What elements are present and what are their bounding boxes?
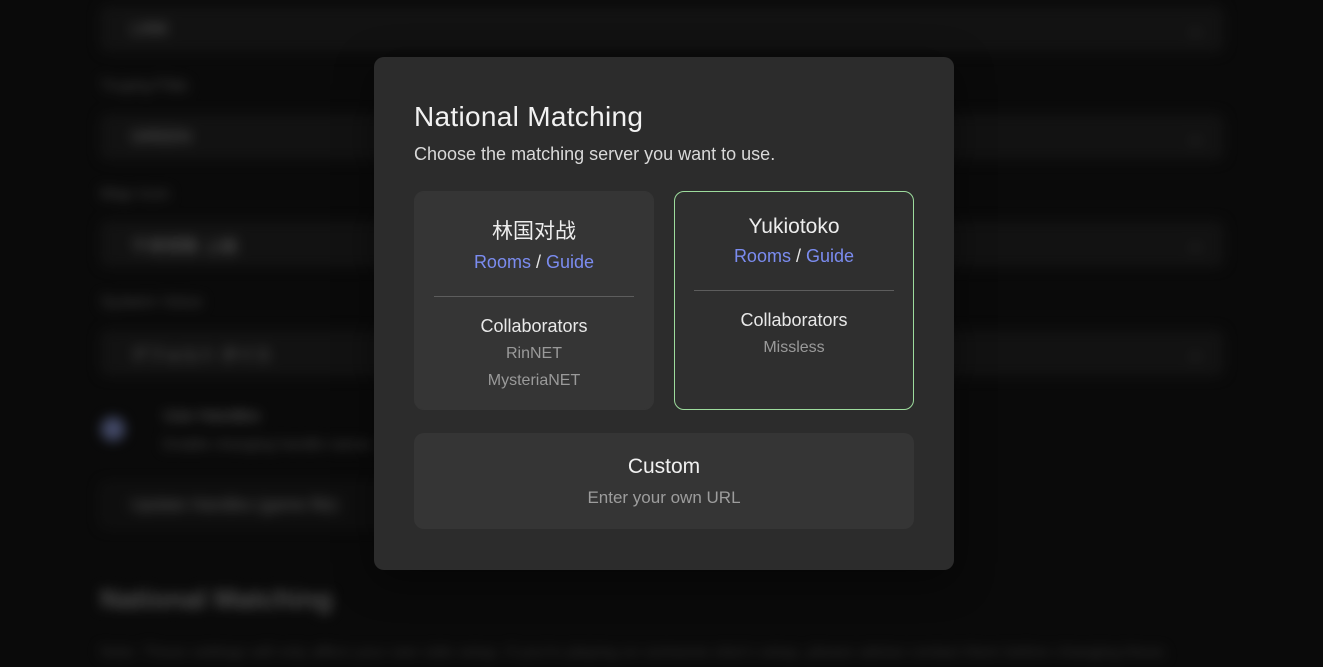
server-links: Rooms / Guide [415,252,653,273]
dialog-title: National Matching [414,101,914,133]
rooms-link[interactable]: Rooms [474,252,531,272]
link-separator: / [536,252,546,272]
collaborator-name: MysteriaNET [415,370,653,391]
modal-overlay[interactable]: National Matching Choose the matching se… [0,0,1323,667]
collaborators-label: Collaborators [675,310,913,331]
card-divider [434,296,634,297]
server-name: Yukiotoko [675,215,913,239]
collaborator-name: RinNET [415,343,653,364]
guide-link[interactable]: Guide [806,246,854,266]
server-cards-row: 林国对战 Rooms / Guide Collaborators RinNET … [414,191,914,410]
custom-card-subtitle: Enter your own URL [587,488,740,508]
rooms-link[interactable]: Rooms [734,246,791,266]
guide-link[interactable]: Guide [546,252,594,272]
custom-server-card[interactable]: Custom Enter your own URL [414,433,914,529]
server-links: Rooms / Guide [675,246,913,267]
custom-card-title: Custom [628,455,700,479]
national-matching-dialog: National Matching Choose the matching se… [374,57,954,570]
server-card-linguoduizhan[interactable]: 林国对战 Rooms / Guide Collaborators RinNET … [414,191,654,410]
server-card-yukiotoko[interactable]: Yukiotoko Rooms / Guide Collaborators Mi… [674,191,914,410]
card-divider [694,290,894,291]
dialog-subtitle: Choose the matching server you want to u… [414,144,914,165]
collaborators-label: Collaborators [415,316,653,337]
server-name: 林国对战 [415,215,653,245]
link-separator: / [796,246,806,266]
collaborator-name: Missless [675,337,913,358]
